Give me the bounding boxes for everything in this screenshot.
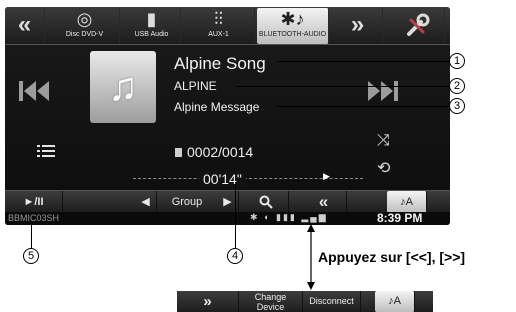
source-forward-button[interactable]: » bbox=[333, 8, 383, 44]
elapsed-time: 00'14" bbox=[199, 171, 246, 187]
disconnect-button[interactable]: Disconnect bbox=[303, 291, 361, 312]
track-counter: 0002/0014 bbox=[175, 144, 253, 160]
swap-arrow-icon bbox=[307, 224, 315, 290]
bluetooth-status-icon: ✱ bbox=[250, 212, 260, 222]
control-bar: ►/II ◀ Group ▶ « ♪A bbox=[5, 190, 450, 213]
repeat-icon[interactable]: ⟲ bbox=[377, 158, 390, 178]
bluetooth-audio-icon: ✱♪ bbox=[280, 9, 305, 29]
usb-icon: ▮ bbox=[146, 9, 157, 29]
clock: 8:39 PM bbox=[377, 211, 423, 225]
battery-icon: ▮▮▮ bbox=[276, 212, 297, 222]
source-disc-label: Disc DVD-V bbox=[65, 31, 104, 38]
previous-track-icon[interactable] bbox=[18, 79, 52, 103]
connection-status-icons: ✱ ◐ ▮▮▮ ▂▄▆ bbox=[250, 212, 328, 223]
track-counter-text: 0002/0014 bbox=[187, 144, 254, 160]
artist-name: ALPINE bbox=[174, 79, 217, 93]
change-device-line1: Change bbox=[254, 292, 287, 302]
search-button[interactable] bbox=[243, 191, 289, 213]
source-usb-label: USB Audio bbox=[134, 31, 169, 38]
callout-1-marker: 1 bbox=[449, 53, 465, 69]
tuner-status-text: BBMIC03SH bbox=[8, 213, 60, 223]
callout-2-marker: 2 bbox=[449, 78, 465, 94]
status-bar: BBMIC03SH ✱ ◐ ▮▮▮ ▂▄▆ 8:39 PM bbox=[5, 211, 450, 225]
message-text: Alpine Message bbox=[174, 100, 260, 114]
change-device-button[interactable]: Change Device bbox=[239, 291, 303, 312]
source-usb-button[interactable]: ▮ USB Audio bbox=[123, 8, 181, 44]
source-bar: « ◎ Disc DVD-V ▮ USB Audio ⫶⫶ AUX-1 ✱♪ B… bbox=[5, 7, 450, 45]
callout-1-leader bbox=[277, 61, 449, 62]
rewind-button[interactable]: « bbox=[301, 191, 347, 213]
progress-indicator-icon: ▶ bbox=[323, 171, 330, 181]
album-art: ♫ bbox=[90, 51, 156, 123]
callout-4-leader bbox=[235, 184, 236, 248]
signal-strength-icon: ▂▄▆ bbox=[301, 212, 328, 222]
shuffle-icon[interactable]: ⤨ bbox=[377, 132, 390, 150]
setup-button[interactable] bbox=[389, 8, 445, 44]
search-icon bbox=[259, 195, 273, 209]
head-unit-screen: « ◎ Disc DVD-V ▮ USB Audio ⫶⫶ AUX-1 ✱♪ B… bbox=[5, 7, 450, 225]
source-bluetooth-audio-button[interactable]: ✱♪ BLUETOOTH-AUDIO bbox=[257, 8, 329, 44]
list-icon[interactable] bbox=[37, 144, 55, 159]
source-aux-label: AUX-1 bbox=[208, 31, 229, 38]
group-prev-button[interactable]: ◀ bbox=[135, 191, 157, 213]
callout-3-marker: 3 bbox=[449, 98, 465, 114]
instruction-note: Appuyez sur [<<], [>>] bbox=[318, 249, 466, 265]
group-next-icon: ▶ bbox=[223, 196, 232, 208]
alt-forward-button[interactable]: » bbox=[177, 291, 239, 312]
source-aux-button[interactable]: ⫶⫶ AUX-1 bbox=[183, 8, 255, 44]
callout-5-leader bbox=[31, 225, 32, 248]
source-disc-button[interactable]: ◎ Disc DVD-V bbox=[50, 8, 120, 44]
callout-4-marker: 4 bbox=[227, 248, 243, 264]
phone-status-icon: ◐ bbox=[264, 212, 272, 222]
song-title: Alpine Song bbox=[174, 54, 266, 73]
play-pause-button[interactable]: ►/II bbox=[5, 191, 63, 213]
setup-tools-icon bbox=[406, 13, 429, 36]
alt-display-mode-button[interactable]: ♪A bbox=[375, 291, 415, 312]
next-track-icon[interactable] bbox=[365, 79, 399, 103]
source-back-button[interactable]: « bbox=[5, 8, 45, 44]
group-prev-icon: ◀ bbox=[141, 196, 150, 208]
display-mode-button[interactable]: ♪A bbox=[387, 191, 427, 213]
callout-5-marker: 5 bbox=[23, 248, 39, 264]
callout-3-leader bbox=[276, 106, 449, 107]
aux-mixer-icon: ⫶⫶ bbox=[214, 9, 223, 29]
alternate-control-bar: » Change Device Disconnect ♪A bbox=[177, 291, 433, 312]
callout-2-leader bbox=[236, 86, 449, 87]
music-note-icon: ♫ bbox=[108, 65, 138, 109]
source-bluetooth-audio-label: BLUETOOTH-AUDIO bbox=[258, 31, 327, 38]
group-label: Group bbox=[171, 196, 203, 208]
change-device-line2: Device bbox=[256, 302, 285, 312]
disc-icon: ◎ bbox=[76, 9, 93, 29]
file-icon bbox=[175, 148, 182, 157]
